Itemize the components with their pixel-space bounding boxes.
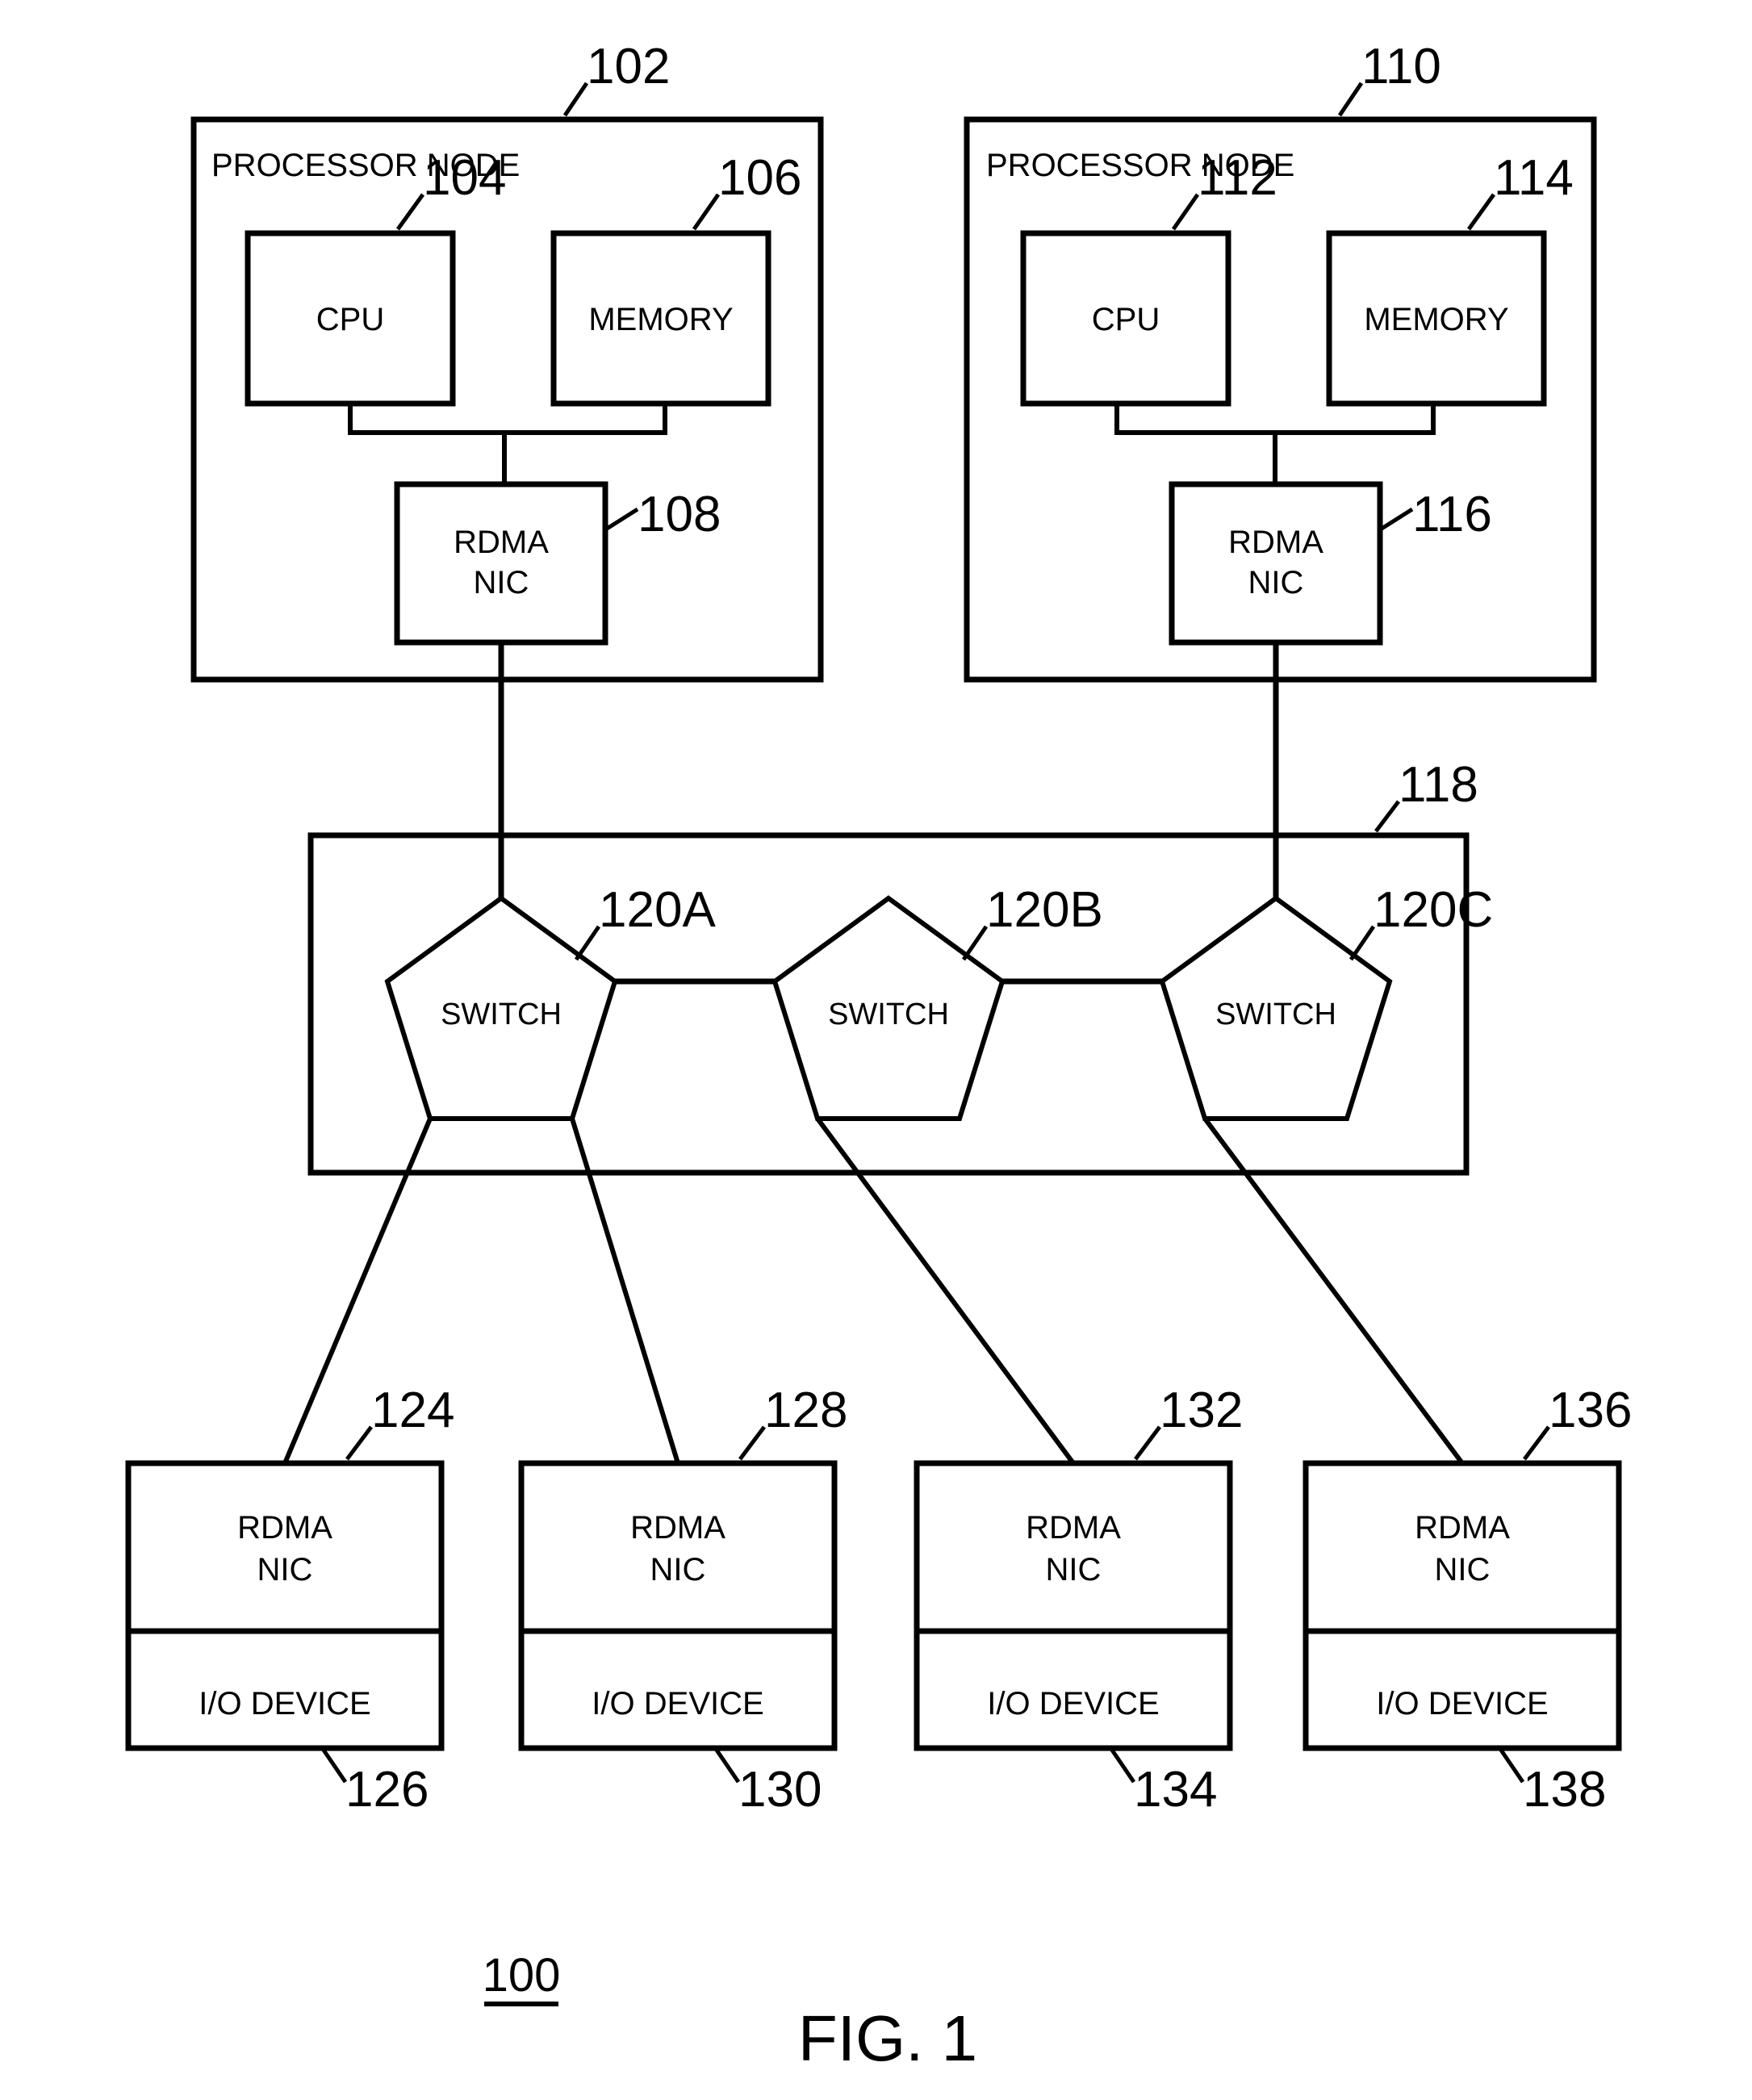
ref-leader-114 — [1466, 193, 1496, 231]
io-unit-4: RDMA NIC I/O DEVICE 136 138 — [1303, 1383, 1632, 1818]
io-unit-3: RDMA NIC I/O DEVICE 132 134 — [914, 1383, 1243, 1818]
ref-leader-124 — [345, 1425, 373, 1461]
rdma-nic-label-right-line2: NIC — [1248, 565, 1304, 600]
io-unit-4-nic-line1: RDMA — [1415, 1510, 1510, 1546]
io-unit-1-device-label: I/O DEVICE — [199, 1686, 370, 1721]
io-unit-4-nic-line2: NIC — [1435, 1552, 1491, 1588]
ref-label-110: 110 — [1361, 39, 1441, 94]
ref-label-104: 104 — [423, 150, 506, 206]
ref-leader-128 — [738, 1425, 766, 1461]
rdma-nic-label-left-line1: RDMA — [454, 525, 549, 560]
ref-label-124: 124 — [371, 1383, 454, 1438]
node-left-internal-bus — [348, 404, 667, 435]
ref-label-138: 138 — [1523, 1762, 1606, 1818]
ref-label-118: 118 — [1399, 757, 1478, 813]
ref-label-134: 134 — [1134, 1762, 1217, 1818]
rdma-nic-label-right-line1: RDMA — [1228, 525, 1323, 560]
ref-leader-104 — [395, 193, 425, 231]
io-unit-2-device-label: I/O DEVICE — [592, 1686, 763, 1721]
rdma-nic-label-left-line2: NIC — [474, 565, 529, 600]
ref-label-102: 102 — [587, 39, 670, 94]
ref-label-136: 136 — [1549, 1383, 1632, 1438]
cpu-label-right: CPU — [1092, 302, 1160, 337]
system-ref-label: 100 — [483, 1949, 561, 2002]
ref-label-116: 116 — [1412, 487, 1492, 542]
ref-leader-136 — [1523, 1425, 1550, 1461]
node-right-internal-bus — [1114, 404, 1436, 435]
ref-leader-132 — [1134, 1425, 1161, 1461]
ref-label-120B: 120B — [986, 882, 1103, 938]
memory-label-right: MEMORY — [1364, 302, 1508, 337]
memory-label-left: MEMORY — [588, 302, 733, 337]
processor-node-right: PROCESSOR NODE 110 CPU 112 MEMORY 114 RD… — [964, 39, 1597, 683]
io-unit-1-nic-line2: NIC — [257, 1552, 313, 1588]
ref-label-120C: 120C — [1374, 882, 1493, 938]
ref-leader-120B — [961, 925, 989, 961]
switch-fabric: 118 SWITCH 120A SWITCH 120B SWITCH 120C — [307, 757, 1493, 1176]
io-unit-2-nic-line2: NIC — [650, 1552, 706, 1588]
ref-leader-120C — [1348, 925, 1376, 961]
system-reference: 100 — [483, 1949, 561, 2006]
ref-label-132: 132 — [1160, 1383, 1243, 1438]
figure-title: FIG. 1 — [798, 2002, 977, 2074]
ref-label-126: 126 — [345, 1762, 429, 1818]
patent-figure-1: PROCESSOR NODE 102 CPU 104 MEMORY 106 RD… — [0, 0, 1752, 2100]
ref-leader-112 — [1171, 193, 1200, 231]
cpu-label-left: CPU — [316, 302, 384, 337]
ref-leader-106 — [692, 193, 721, 231]
ref-leader-108 — [605, 507, 639, 531]
io-unit-4-device-label: I/O DEVICE — [1376, 1686, 1548, 1721]
ref-label-130: 130 — [738, 1762, 822, 1818]
ref-leader-138 — [1496, 1745, 1525, 1784]
switch-120B: SWITCH 120B — [771, 882, 1103, 1121]
io-unit-3-device-label: I/O DEVICE — [987, 1686, 1159, 1721]
ref-label-120A: 120A — [599, 882, 716, 938]
ref-label-128: 128 — [764, 1383, 847, 1438]
switch-120C-label: SWITCH — [1215, 998, 1336, 1031]
io-unit-3-nic-line1: RDMA — [1026, 1510, 1121, 1546]
io-unit-2: RDMA NIC I/O DEVICE 128 130 — [518, 1383, 847, 1818]
io-unit-2-nic-line1: RDMA — [630, 1510, 725, 1546]
switch-120B-label: SWITCH — [828, 998, 949, 1031]
ref-leader-116 — [1380, 507, 1414, 531]
ref-leader-130 — [712, 1745, 741, 1784]
rdma-nic-box-right — [1169, 481, 1383, 646]
switch-120A-label: SWITCH — [441, 998, 562, 1031]
processor-node-left: PROCESSOR NODE 102 CPU 104 MEMORY 106 RD… — [190, 39, 824, 683]
ref-label-112: 112 — [1198, 150, 1277, 206]
ref-leader-110 — [1337, 82, 1364, 117]
switch-120A: SWITCH 120A — [384, 882, 716, 1121]
ref-leader-120A — [574, 925, 601, 961]
ref-label-106: 106 — [718, 150, 801, 206]
rdma-nic-box-left — [394, 481, 608, 646]
ref-leader-134 — [1107, 1745, 1136, 1784]
ref-label-108: 108 — [638, 487, 721, 542]
switch-120C: SWITCH 120C — [1159, 882, 1493, 1121]
ref-leader-118 — [1374, 800, 1400, 833]
ref-leader-126 — [319, 1745, 348, 1784]
ref-leader-102 — [562, 82, 589, 117]
figure-canvas: PROCESSOR NODE 102 CPU 104 MEMORY 106 RD… — [125, 39, 1632, 2074]
io-unit-3-nic-line2: NIC — [1046, 1552, 1102, 1588]
io-unit-1-nic-line1: RDMA — [237, 1510, 332, 1546]
ref-label-114: 114 — [1494, 150, 1574, 206]
